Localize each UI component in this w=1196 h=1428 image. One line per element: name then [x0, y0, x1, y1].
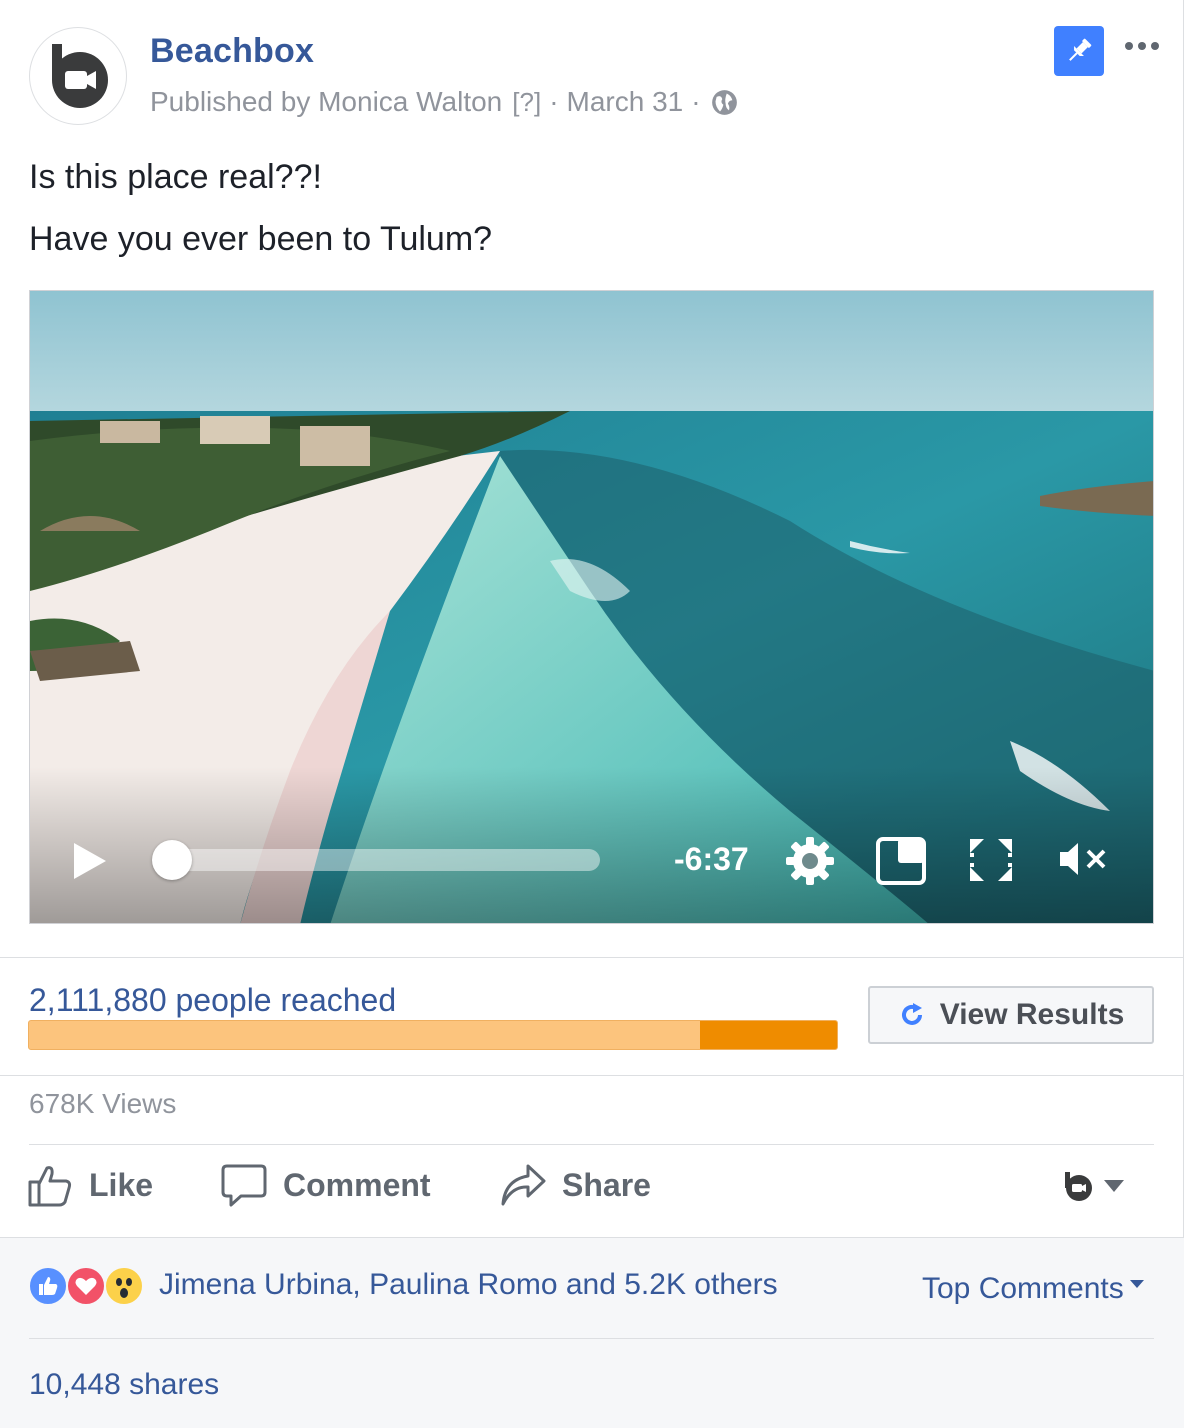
like-label: Like [89, 1166, 154, 1203]
meta-separator: · [691, 86, 701, 117]
comment-label: Comment [283, 1166, 431, 1203]
camera-logo-icon [1065, 1172, 1092, 1201]
play-icon[interactable] [70, 841, 110, 881]
more-icon [1125, 42, 1133, 50]
more-options-button[interactable] [1122, 36, 1162, 56]
love-reaction-icon [66, 1266, 106, 1306]
share-button[interactable]: Share [500, 1162, 651, 1208]
fullscreen-icon[interactable] [968, 837, 1014, 883]
share-label: Share [562, 1166, 651, 1203]
people-reached[interactable]: 2,111,880 people reached [29, 982, 396, 1019]
view-results-button[interactable]: View Results [868, 986, 1154, 1044]
view-results-label: View Results [939, 998, 1125, 1031]
wow-reaction-icon [104, 1266, 144, 1306]
mute-icon[interactable] [1058, 839, 1110, 879]
divider [0, 957, 1184, 958]
share-icon [501, 1164, 546, 1206]
progress-track[interactable] [160, 849, 600, 871]
like-button[interactable]: Like [27, 1162, 153, 1208]
comment-sort-label: Top Comments [922, 1272, 1124, 1305]
pin-button[interactable] [1054, 26, 1104, 76]
divider [29, 1144, 1154, 1145]
reach-bar [28, 1020, 838, 1050]
divider [0, 1075, 1184, 1076]
video-player[interactable]: -6:37 [29, 290, 1154, 924]
pin-icon [1069, 38, 1092, 61]
comment-sort-dropdown[interactable]: Top Comments [922, 1272, 1144, 1306]
views-count[interactable]: 678K Views [29, 1088, 176, 1120]
shares-count[interactable]: 10,448 shares [29, 1368, 219, 1402]
refresh-icon [901, 1003, 922, 1025]
progress-handle[interactable] [152, 840, 192, 880]
divider [29, 1338, 1154, 1339]
post-text-line1: Is this place real??! [29, 158, 322, 196]
camera-logo-icon [52, 44, 108, 108]
post-date[interactable]: March 31 [567, 86, 684, 118]
pip-icon[interactable] [876, 837, 926, 885]
globe-icon[interactable] [711, 89, 738, 116]
reaction-icons[interactable] [28, 1266, 144, 1306]
post-card: Beachbox Published by Monica Walton [?] … [0, 0, 1184, 1428]
page-name-link[interactable]: Beachbox [150, 32, 314, 71]
video-controls: -6:37 [30, 291, 1153, 923]
caret-down-icon [1129, 1280, 1144, 1288]
like-reaction-icon [28, 1266, 68, 1306]
remaining-time: -6:37 [674, 841, 749, 877]
post-as-selector[interactable] [1062, 1170, 1124, 1202]
caret-down-icon [1104, 1180, 1124, 1192]
help-marker[interactable]: [?] [512, 87, 541, 118]
reactors-link[interactable]: Jimena Urbina, Paulina Romo and 5.2K oth… [159, 1268, 778, 1302]
comment-button[interactable]: Comment [221, 1162, 431, 1208]
post-text-line2: Have you ever been to Tulum? [29, 220, 493, 258]
comment-icon [221, 1164, 267, 1207]
meta-separator: · [549, 86, 559, 117]
post-meta: Published by Monica Walton [?] · March 3… [150, 86, 738, 118]
page-avatar[interactable] [29, 27, 127, 125]
paid-reach-fill [699, 1021, 837, 1049]
published-by[interactable]: Published by Monica Walton [150, 86, 502, 118]
like-icon [28, 1166, 72, 1207]
settings-icon[interactable] [782, 833, 838, 889]
